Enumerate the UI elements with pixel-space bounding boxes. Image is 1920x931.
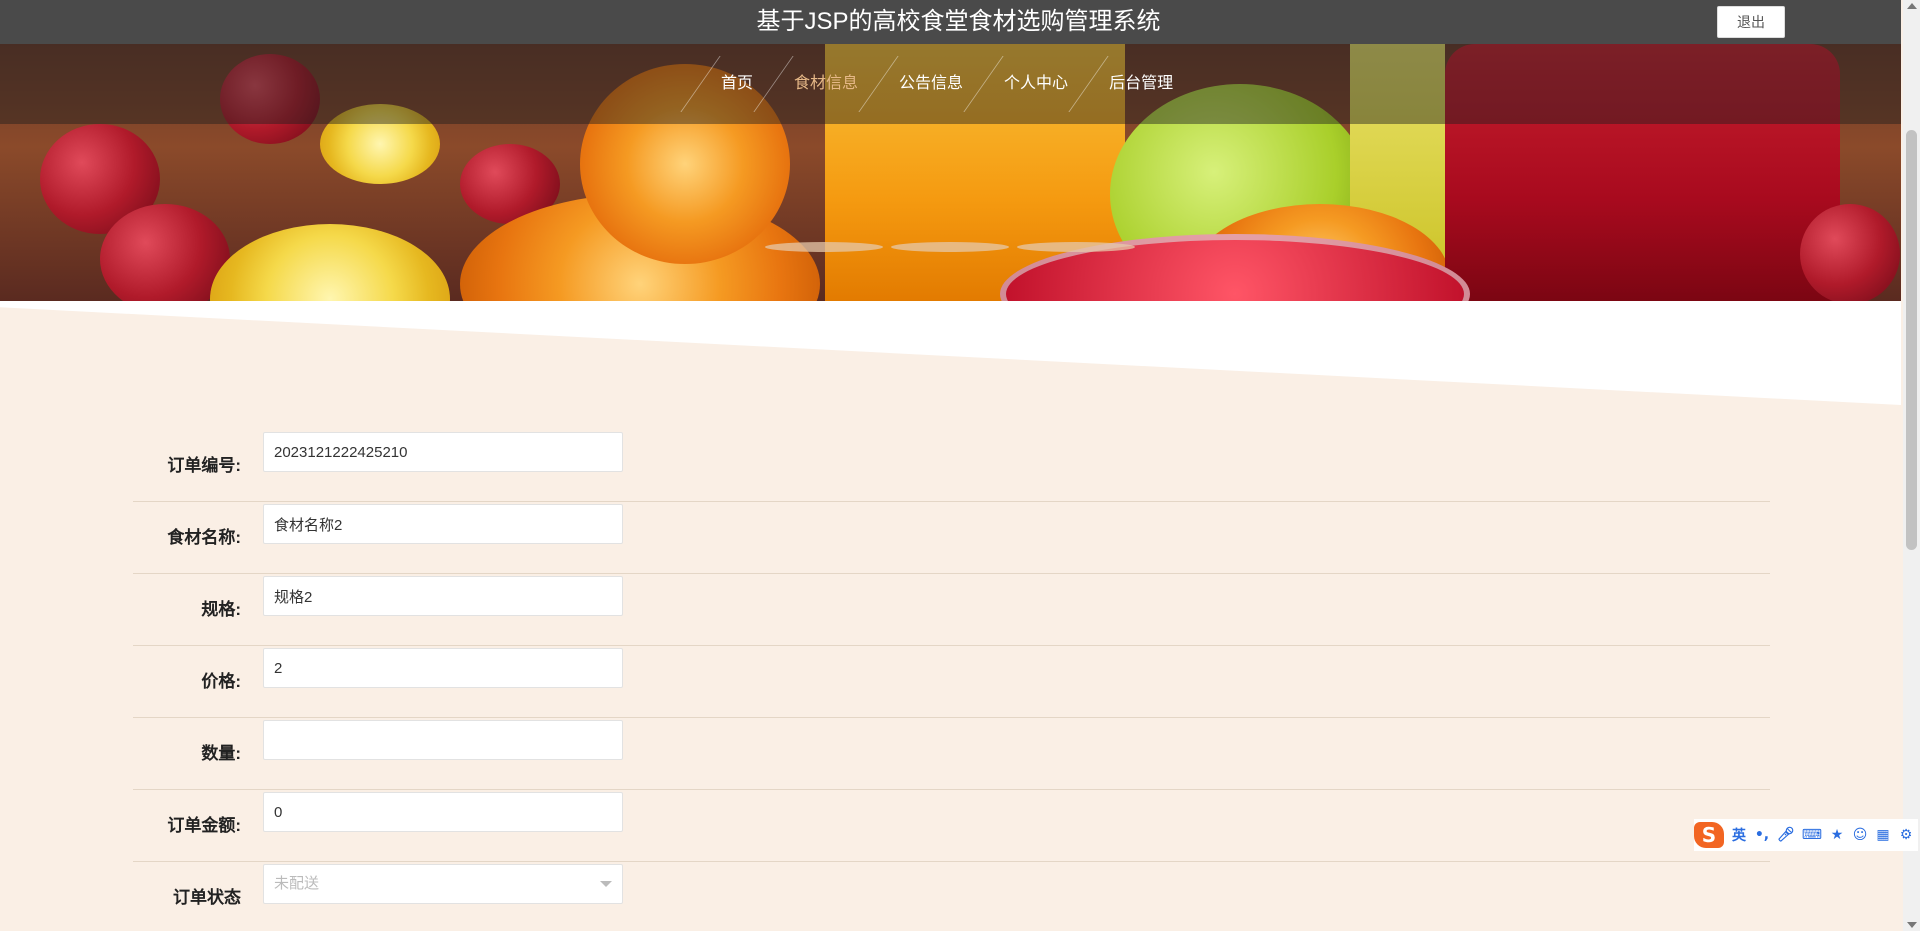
keyboard-icon[interactable]: ⌨: [1802, 827, 1822, 843]
nav-admin[interactable]: 后台管理: [1089, 44, 1193, 124]
quantity-label: 数量:: [201, 744, 241, 763]
status-selected-value: 未配送: [274, 875, 320, 892]
ime-toolbar: S 英 •, 🎤︎ ⌨ ★ ☺ ▦ ⚙: [1694, 819, 1918, 851]
carousel-dot-2[interactable]: [891, 242, 1009, 252]
amount-label: 订单金额:: [167, 816, 241, 835]
amount-input[interactable]: [263, 792, 623, 832]
ime-punctuation-toggle[interactable]: •,: [1754, 827, 1770, 843]
price-label: 价格:: [201, 672, 241, 691]
settings-icon[interactable]: ⚙: [1898, 827, 1914, 843]
order-no-label: 订单编号:: [167, 456, 241, 475]
status-label: 订单状态: [173, 888, 241, 907]
form-row-quantity: 数量:: [133, 718, 1770, 790]
food-name-label: 食材名称:: [167, 528, 241, 547]
order-no-input[interactable]: [263, 432, 623, 472]
form-row-price: 价格:: [133, 646, 1770, 718]
form-row-amount: 订单金额:: [133, 790, 1770, 862]
mic-icon[interactable]: 🎤︎: [1777, 827, 1795, 843]
top-bar: 基于JSP的高校食堂食材选购管理系统 退出: [0, 0, 1901, 44]
spec-label: 规格:: [201, 600, 241, 619]
quantity-input[interactable]: [263, 720, 623, 760]
form-row-spec: 规格:: [133, 574, 1770, 646]
scroll-down-arrow-icon[interactable]: [1907, 922, 1917, 928]
nav-home[interactable]: 首页: [701, 44, 773, 124]
carousel-indicators: [765, 242, 1135, 252]
status-select[interactable]: 未配送: [263, 864, 623, 904]
carousel-dot-1[interactable]: [765, 242, 883, 252]
grid-icon[interactable]: ▦: [1875, 827, 1891, 843]
nav-food-info[interactable]: 食材信息: [774, 44, 878, 124]
food-name-input[interactable]: [263, 504, 623, 544]
ime-language-toggle[interactable]: 英: [1731, 825, 1747, 845]
logout-button[interactable]: 退出: [1717, 6, 1785, 38]
price-input[interactable]: [263, 648, 623, 688]
order-form: 订单编号: 食材名称: 规格: 价格: 数量: 订单金额: 订单状态 未配送: [133, 430, 1770, 931]
nav-personal-center[interactable]: 个人中心: [984, 44, 1088, 124]
cherry-image: [1800, 204, 1900, 302]
carousel-dot-3[interactable]: [1017, 242, 1135, 252]
lemon-image: [210, 224, 450, 302]
site-title: 基于JSP的高校食堂食材选购管理系统: [756, 8, 1161, 35]
form-row-food-name: 食材名称:: [133, 502, 1770, 574]
scroll-thumb[interactable]: [1906, 130, 1917, 550]
page-scrollbar[interactable]: [1903, 0, 1920, 931]
sogou-logo-icon[interactable]: S: [1694, 822, 1724, 848]
skin-icon[interactable]: ★: [1829, 827, 1845, 843]
form-row-status: 订单状态 未配送: [133, 862, 1770, 931]
nav-announcements[interactable]: 公告信息: [879, 44, 983, 124]
hero-banner: 首页 食材信息 公告信息 个人中心 后台管理: [0, 44, 1901, 302]
main-nav: 首页 食材信息 公告信息 个人中心 后台管理: [680, 44, 1193, 124]
form-row-order-no: 订单编号:: [133, 430, 1770, 502]
spec-input[interactable]: [263, 576, 623, 616]
banner-slant-divider: [0, 301, 1901, 405]
chevron-down-icon: [600, 881, 612, 887]
emoji-icon[interactable]: ☺: [1852, 827, 1868, 843]
